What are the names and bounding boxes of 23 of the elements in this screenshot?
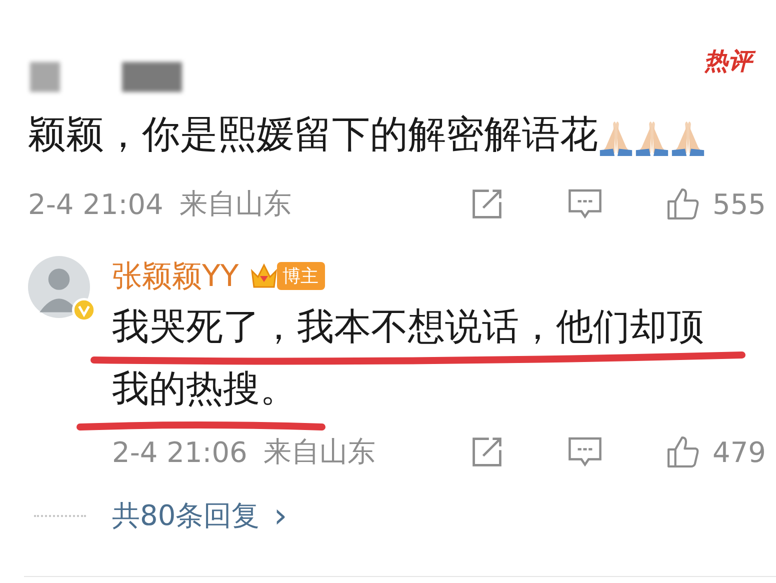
reply-text: 我哭死了，我本不想说话，他们却顶 xyxy=(112,304,704,350)
comment-location: 来自山东 xyxy=(179,186,292,222)
comment-icon[interactable] xyxy=(566,187,603,221)
comment-time: 2-4 21:04 xyxy=(28,188,164,220)
comment-text: 颖颖，你是熙媛留下的解密解语花 xyxy=(28,111,598,158)
crown-icon xyxy=(248,261,279,291)
reply-time: 2-4 21:06 xyxy=(112,436,248,468)
verified-badge-icon xyxy=(72,298,96,322)
like-count: 555 xyxy=(712,188,766,220)
redacted-name xyxy=(122,62,182,92)
view-replies-link[interactable]: 共80条回复 xyxy=(112,497,260,535)
thumbs-up-icon[interactable] xyxy=(664,187,701,221)
avatar xyxy=(28,256,90,318)
like-count: 479 xyxy=(712,436,766,468)
author-name[interactable]: 张颖颖YY xyxy=(112,256,239,296)
dotted-line xyxy=(34,515,86,517)
chevron-icon: › xyxy=(274,496,288,536)
reply-location: 来自山东 xyxy=(263,434,376,470)
thumbs-up-icon[interactable] xyxy=(664,435,701,469)
redacted-name xyxy=(30,62,60,92)
author-badge: 博主 xyxy=(276,262,325,290)
comment-icon[interactable] xyxy=(566,435,603,469)
reply-text: 我的热搜。 xyxy=(112,366,297,412)
